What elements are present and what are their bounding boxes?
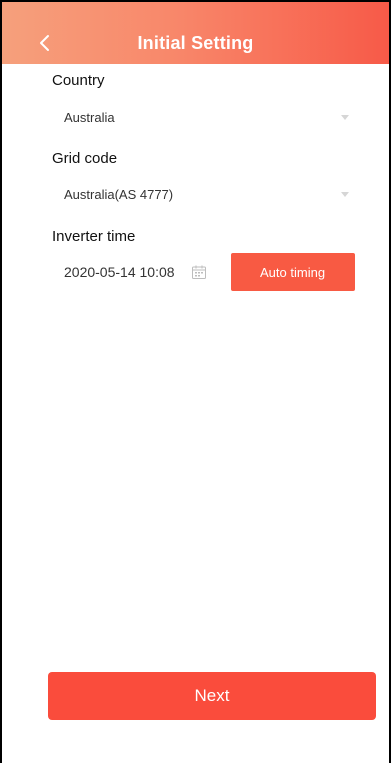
grid-code-select[interactable]: Australia(AS 4777) <box>52 179 355 209</box>
inverter-time-label: Inverter time <box>52 228 136 245</box>
settings-form: Country Australia Grid code Australia(AS… <box>2 64 389 763</box>
country-value: Australia <box>64 109 115 125</box>
page-title: Initial Setting <box>137 32 254 53</box>
grid-code-label: Grid code <box>52 150 118 167</box>
chevron-down-icon <box>341 114 349 120</box>
auto-timing-button[interactable]: Auto timing <box>230 253 355 291</box>
chevron-down-icon <box>341 191 349 197</box>
inverter-time-value[interactable]: 2020-05-14 10:08 <box>64 264 175 280</box>
country-select[interactable]: Australia <box>52 102 355 132</box>
country-label: Country <box>52 72 105 89</box>
calendar-icon[interactable] <box>191 264 207 280</box>
inverter-time-row: 2020-05-14 10:08 Auto timing <box>52 253 367 291</box>
phone-screen: Initial Setting Country Australia Grid c… <box>0 0 391 763</box>
grid-code-value: Australia(AS 4777) <box>64 186 174 202</box>
next-button[interactable]: Next <box>48 672 376 720</box>
